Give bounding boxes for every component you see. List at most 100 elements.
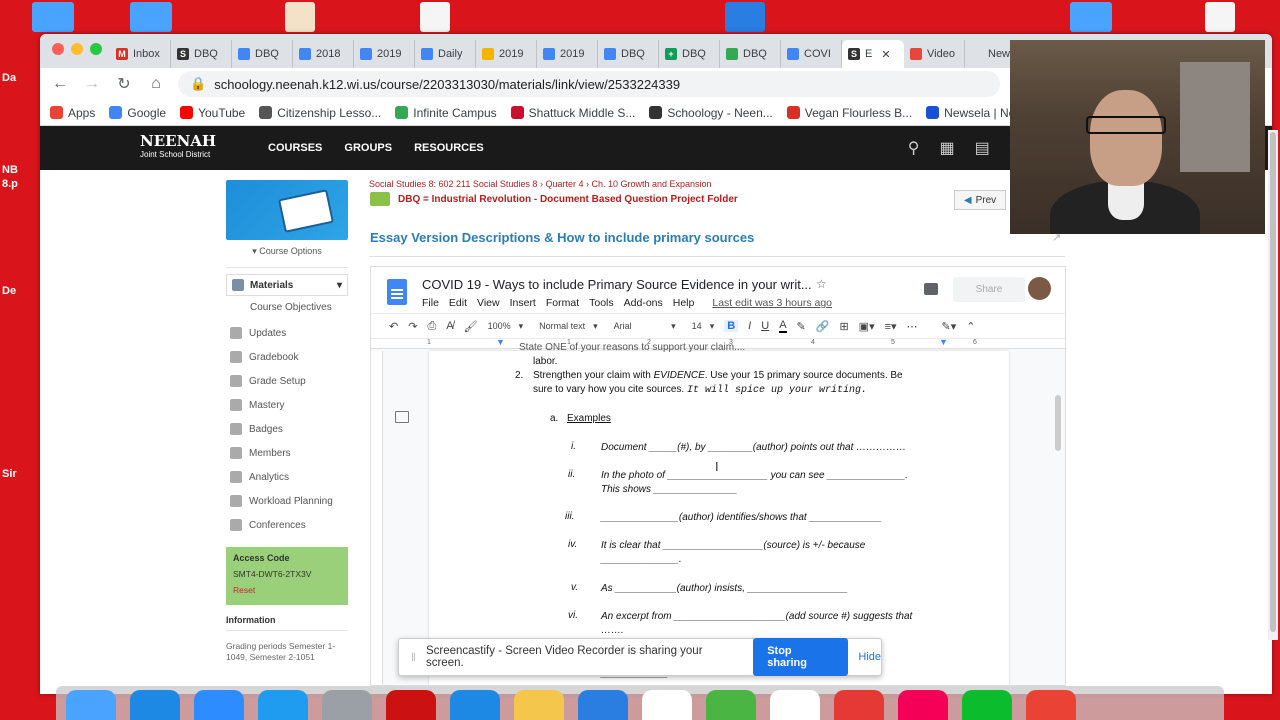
dock-app-icon[interactable] [258,690,308,720]
bookmark-item[interactable]: YouTube [180,106,245,120]
nav-courses[interactable]: COURSES [268,142,322,154]
bookmark-item[interactable]: Citizenship Lesso... [259,106,381,120]
dock-app-icon[interactable] [578,690,628,720]
back-button[interactable]: ← [50,74,70,94]
browser-tab[interactable]: M Inbox [110,40,171,68]
sidebar-item-analytics[interactable]: Analytics [226,465,348,489]
style-select[interactable]: Normal text ▾ [539,321,598,332]
folder-icon[interactable] [1070,2,1112,32]
zoom-window-button[interactable] [90,43,102,55]
sidebar-item-badges[interactable]: Badges [226,417,348,441]
insert-image-icon[interactable]: ▣▾ [859,320,875,333]
right-indent-marker-icon[interactable]: ▼ [939,337,948,347]
dock-app-icon[interactable] [898,690,948,720]
sidebar-item-updates[interactable]: Updates [226,321,348,345]
share-button[interactable]: Share [953,277,1025,302]
align-icon[interactable]: ≡▾ [885,320,897,333]
browser-tab[interactable]: S DBQ [171,40,232,68]
sidebar-item-course-objectives[interactable]: Course Objectives [226,296,348,317]
sidebar-item-materials[interactable]: Materials ▾ [226,274,348,296]
dock-app-icon[interactable] [706,690,756,720]
docs-menu-help[interactable]: Help [673,297,695,309]
docs-menu-format[interactable]: Format [546,297,579,309]
browser-tab[interactable]: + DBQ [659,40,720,68]
close-window-button[interactable] [52,43,64,55]
bookmark-item[interactable]: Schoology - Neen... [649,106,773,120]
undo-icon[interactable]: ↶ [389,320,398,333]
forward-button[interactable]: → [82,74,102,94]
dock-app-icon[interactable] [194,690,244,720]
bold-icon[interactable]: B [724,320,739,332]
underline-icon[interactable]: U [761,320,769,332]
grid-icon[interactable]: ▦ [939,138,954,158]
document-icon[interactable] [725,2,765,32]
nav-groups[interactable]: GROUPS [344,142,392,154]
editing-mode-icon[interactable]: ✎▾ [942,320,957,333]
hide-button[interactable]: Hide [858,651,881,663]
docs-menu-view[interactable]: View [477,297,500,309]
browser-tab[interactable]: 2019 [537,40,598,68]
browser-tab[interactable]: 2018 [293,40,354,68]
collapse-icon[interactable]: ⌃ [966,320,975,333]
reload-button[interactable]: ↻ [114,74,134,94]
document-outline-icon[interactable] [395,411,409,423]
calendar-icon[interactable]: ▤ [975,138,990,158]
docs-logo-icon[interactable] [387,279,407,305]
paint-format-icon[interactable]: 🖌 [464,320,478,333]
font-size-select[interactable]: 14 ▾ [692,321,715,332]
doc-title[interactable]: COVID 19 - Ways to include Primary Sourc… [422,277,812,292]
district-logo[interactable]: NEENAH Joint School District [140,134,250,161]
browser-tab[interactable]: 2019 [354,40,415,68]
browser-tab[interactable]: DBQ [720,40,781,68]
more-icon[interactable]: ⋯ [907,320,918,333]
home-button[interactable]: ⌂ [146,74,166,94]
stop-sharing-button[interactable]: Stop sharing [753,638,849,676]
print-icon[interactable]: ⎙ [427,320,436,333]
document-icon[interactable] [1205,2,1235,32]
bookmark-item[interactable]: Infinite Campus [395,106,497,120]
sidebar-item-members[interactable]: Members [226,441,348,465]
dock-app-icon[interactable] [66,690,116,720]
highlight-icon[interactable]: ✎ [797,320,806,333]
page-scrollbar[interactable] [1268,130,1278,640]
bookmark-item[interactable]: Vegan Flourless B... [786,106,912,120]
document-page[interactable]: State ONE of your reasons to support you… [429,342,1009,685]
document-icon[interactable] [285,2,315,32]
star-icon[interactable]: ☆ [816,277,827,291]
italic-icon[interactable]: I [748,320,751,332]
bookmark-item[interactable]: Google [109,106,166,120]
address-bar[interactable]: 🔒 schoology.neenah.k12.wi.us/course/2203… [178,71,1000,97]
docs-menu-file[interactable]: File [422,297,439,309]
sidebar-item-mastery[interactable]: Mastery [226,393,348,417]
comment-icon[interactable] [924,283,938,295]
docs-menu-edit[interactable]: Edit [449,297,467,309]
nav-resources[interactable]: RESOURCES [414,142,484,154]
browser-tab[interactable]: DBQ [232,40,293,68]
text-color-icon[interactable]: A [779,319,787,333]
dock-app-icon[interactable] [322,690,372,720]
browser-tab[interactable]: Video [904,40,965,68]
sidebar-item-conferences[interactable]: Conferences [226,513,348,537]
breadcrumb[interactable]: Social Studies 8: 602 211 Social Studies… [369,179,712,189]
dock-app-icon[interactable] [642,690,692,720]
bookmark-item[interactable]: Apps [50,106,95,120]
docs-menu-insert[interactable]: Insert [510,297,536,309]
font-select[interactable]: Arial ▾ [614,321,676,332]
dock-app-icon[interactable] [962,690,1012,720]
drag-handle-icon[interactable]: ‖ [411,650,416,664]
link-icon[interactable]: 🔗 [816,320,830,333]
indent-marker-icon[interactable]: ▼ [496,337,505,347]
bookmark-item[interactable]: Shattuck Middle S... [510,106,635,120]
redo-icon[interactable]: ↷ [408,320,417,333]
dock-app-icon[interactable] [834,690,884,720]
minimize-window-button[interactable] [71,43,83,55]
last-edit-link[interactable]: Last edit was 3 hours ago [712,297,832,309]
sidebar-item-workload-planning[interactable]: Workload Planning [226,489,348,513]
dock-app-icon[interactable] [770,690,820,720]
course-options-link[interactable]: ▾ Course Options [226,240,348,268]
bookmark-item[interactable]: Newsela | Ne [926,106,1015,120]
spellcheck-icon[interactable]: A̸ [446,320,453,332]
access-code-reset-link[interactable]: Reset [233,585,341,595]
close-tab-icon[interactable]: ✕ [881,48,890,61]
dock-app-icon[interactable] [450,690,500,720]
